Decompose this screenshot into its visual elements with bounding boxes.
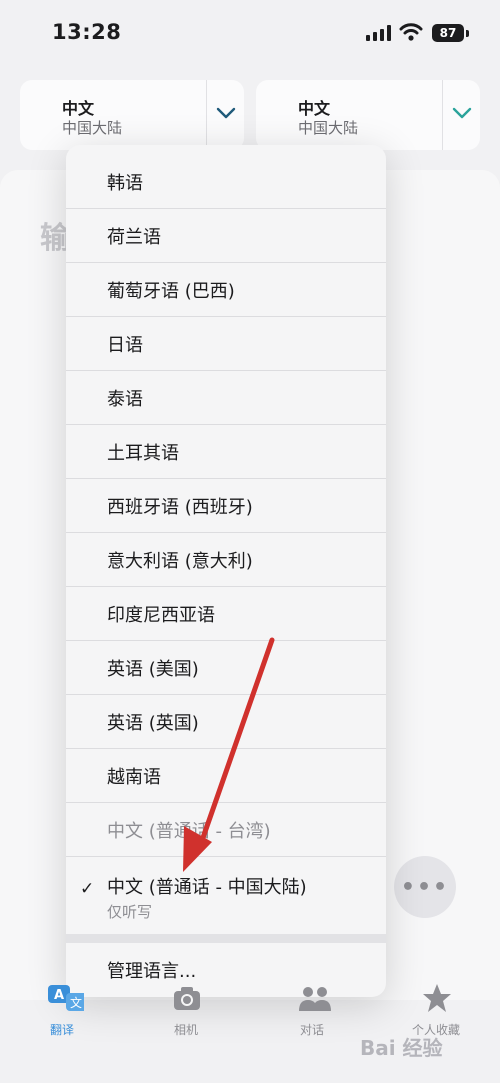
tab-camera[interactable]: 相机 xyxy=(136,983,236,1043)
target-language-region: 中国大陆 xyxy=(298,119,359,137)
menu-item[interactable]: 英语 (美国) xyxy=(66,641,386,695)
status-time: 13:28 xyxy=(52,20,122,44)
menu-item-label: 荷兰语 xyxy=(107,227,161,248)
chevron-down-icon[interactable] xyxy=(216,106,236,120)
menu-separator xyxy=(66,934,386,943)
menu-item[interactable]: 中文 (普通话 - 台湾) xyxy=(66,803,386,857)
battery-icon: 87 xyxy=(432,24,464,42)
menu-item[interactable]: 葡萄牙语 (巴西) xyxy=(66,263,386,317)
manage-languages-label: 管理语言... xyxy=(107,961,197,982)
picker-divider xyxy=(442,80,443,150)
conversation-icon xyxy=(299,987,331,1011)
checkmark-icon: ✓ xyxy=(80,879,95,899)
menu-item-label: 韩语 xyxy=(107,173,143,194)
menu-item[interactable]: 英语 (英国) xyxy=(66,695,386,749)
menu-item[interactable]: 意大利语 (意大利) xyxy=(66,533,386,587)
menu-item-selected[interactable]: ✓ 中文 (普通话 - 中国大陆) 仅听写 xyxy=(66,857,386,934)
menu-item[interactable]: 土耳其语 xyxy=(66,425,386,479)
menu-item[interactable]: 泰语 xyxy=(66,371,386,425)
menu-item[interactable]: 韩语 xyxy=(66,155,386,209)
menu-item[interactable]: 印度尼西亚语 xyxy=(66,587,386,641)
menu-item-label: 印度尼西亚语 xyxy=(107,605,215,626)
target-language-name: 中文 xyxy=(298,99,331,118)
svg-text:A: A xyxy=(54,988,64,1003)
menu-item[interactable]: 越南语 xyxy=(66,749,386,803)
menu-item-label: 葡萄牙语 (巴西) xyxy=(107,281,235,302)
menu-item-label: 英语 (英国) xyxy=(107,713,199,734)
language-menu: 韩语 荷兰语 葡萄牙语 (巴西) 日语 泰语 土耳其语 西班牙语 (西班牙) 意… xyxy=(66,145,386,997)
menu-item-label: 意大利语 (意大利) xyxy=(107,551,253,572)
menu-item-label: 泰语 xyxy=(107,389,143,410)
tab-label: 相机 xyxy=(173,1023,198,1037)
svg-text:文: 文 xyxy=(70,995,82,1010)
menu-item-label: 中文 (普通话 - 台湾) xyxy=(107,821,271,842)
source-language-region: 中国大陆 xyxy=(62,119,123,137)
battery-tip xyxy=(466,30,469,37)
source-language-name: 中文 xyxy=(62,99,95,118)
menu-item-label: 英语 (美国) xyxy=(107,659,199,680)
star-icon xyxy=(423,984,451,1012)
translate-icon: A 文 xyxy=(48,985,84,1011)
tab-conversation[interactable]: 对话 xyxy=(262,983,362,1043)
menu-item[interactable]: 西班牙语 (西班牙) xyxy=(66,479,386,533)
menu-item-sublabel: 仅听写 xyxy=(107,903,153,921)
menu-item-label: 日语 xyxy=(107,335,143,356)
menu-item-label: 土耳其语 xyxy=(107,443,179,464)
camera-icon xyxy=(174,987,200,1010)
cellular-signal-icon xyxy=(366,25,392,41)
wifi-icon xyxy=(399,23,423,41)
target-language-picker[interactable]: 中文 中国大陆 xyxy=(256,80,480,150)
tab-label: 翻译 xyxy=(49,1023,74,1037)
more-button[interactable]: ••• xyxy=(394,856,456,918)
chevron-down-icon[interactable] xyxy=(452,106,472,120)
menu-item-label: 越南语 xyxy=(107,767,161,788)
watermark: Bai 经验 xyxy=(360,1036,443,1060)
tab-translate[interactable]: A 文 翻译 xyxy=(12,983,112,1043)
menu-item-label: 中文 (普通话 - 中国大陆) xyxy=(107,877,307,898)
status-bar: 13:28 87 xyxy=(0,0,500,70)
menu-item[interactable]: 荷兰语 xyxy=(66,209,386,263)
menu-item-label: 西班牙语 (西班牙) xyxy=(107,497,253,518)
menu-item[interactable]: 日语 xyxy=(66,317,386,371)
tab-label: 对话 xyxy=(299,1023,324,1037)
picker-divider xyxy=(206,80,207,150)
source-language-picker[interactable]: 中文 中国大陆 xyxy=(20,80,244,150)
